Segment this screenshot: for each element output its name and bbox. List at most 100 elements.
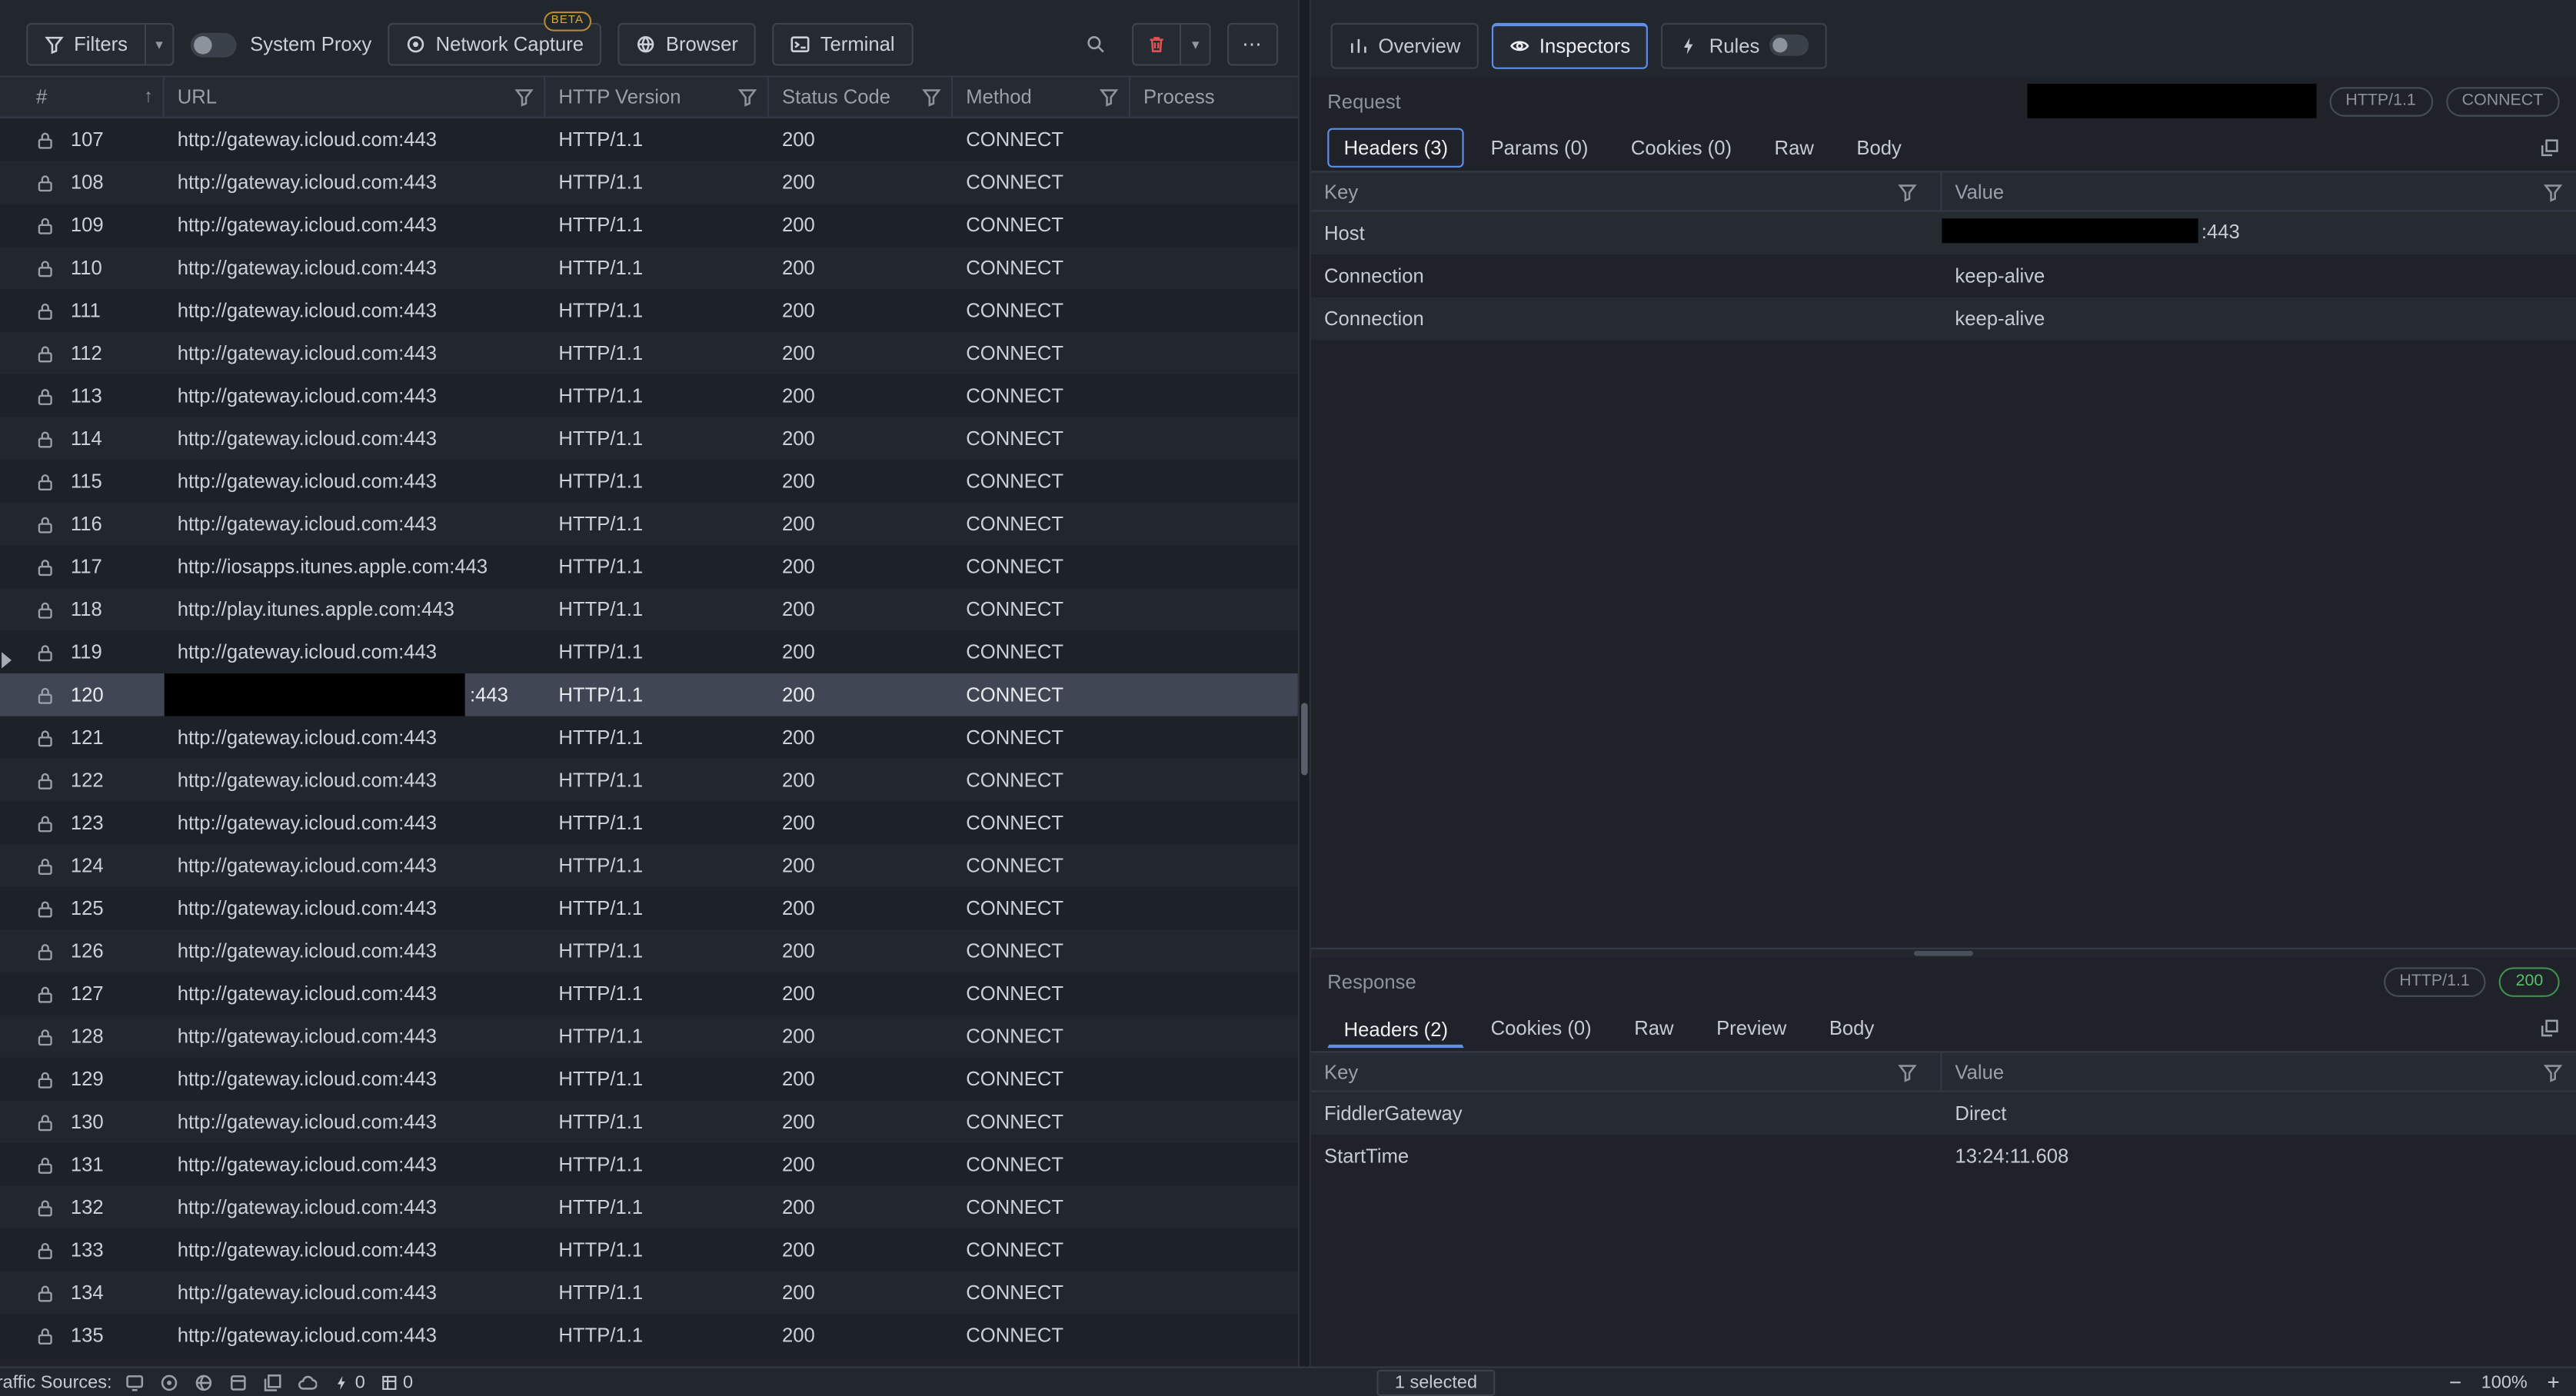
column-header-process[interactable]: Process bbox=[1130, 77, 1298, 116]
request-tab-body[interactable]: Body bbox=[1840, 128, 1918, 168]
filter-icon[interactable] bbox=[1898, 1062, 1918, 1082]
filter-icon[interactable] bbox=[1898, 181, 1918, 201]
zoom-in-button[interactable]: + bbox=[2547, 1371, 2559, 1393]
grid-header-value[interactable]: Value bbox=[1942, 1052, 2576, 1090]
monitor-icon[interactable] bbox=[125, 1372, 145, 1392]
table-row[interactable]: 126http://gateway.icloud.com:443HTTP/1.1… bbox=[0, 929, 1298, 972]
search-button[interactable] bbox=[1077, 25, 1116, 64]
table-row[interactable]: 123http://gateway.icloud.com:443HTTP/1.1… bbox=[0, 802, 1298, 845]
more-options-button[interactable]: ⋯ bbox=[1227, 23, 1278, 66]
package-icon[interactable] bbox=[228, 1372, 248, 1392]
column-header-status-code[interactable]: Status Code bbox=[769, 77, 953, 116]
column-header-method[interactable]: Method bbox=[953, 77, 1130, 116]
table-row[interactable]: 119http://gateway.icloud.com:443HTTP/1.1… bbox=[0, 630, 1298, 673]
response-tab-cookies[interactable]: Cookies (0) bbox=[1474, 1009, 1608, 1048]
row-process bbox=[1130, 716, 1298, 759]
status-bar: raffic Sources: 0 0 1 selected − 100% + bbox=[0, 1367, 2576, 1396]
tab-overview[interactable]: Overview bbox=[1331, 22, 1479, 68]
table-row[interactable]: 128http://gateway.icloud.com:443HTTP/1.1… bbox=[0, 1015, 1298, 1058]
table-row[interactable]: 115http://gateway.icloud.com:443HTTP/1.1… bbox=[0, 460, 1298, 503]
browser-button[interactable]: Browser bbox=[618, 23, 756, 66]
header-row[interactable]: Host:443 bbox=[1311, 212, 2576, 255]
scrollbar-thumb[interactable] bbox=[1301, 703, 1308, 775]
filter-icon[interactable] bbox=[922, 87, 942, 107]
table-row[interactable]: 113http://gateway.icloud.com:443HTTP/1.1… bbox=[0, 374, 1298, 417]
response-tab-body[interactable]: Body bbox=[1812, 1009, 1890, 1048]
table-row[interactable]: 125http://gateway.icloud.com:443HTTP/1.1… bbox=[0, 887, 1298, 930]
table-row[interactable]: 134http://gateway.icloud.com:443HTTP/1.1… bbox=[0, 1271, 1298, 1315]
row-url: http://gateway.icloud.com:443 bbox=[165, 118, 546, 161]
column-header-number[interactable]: # ↑ bbox=[0, 77, 165, 116]
header-row[interactable]: StartTime13:24:11.608 bbox=[1311, 1135, 2576, 1178]
grid-header-value[interactable]: Value bbox=[1942, 172, 2576, 210]
filters-button[interactable]: Filters bbox=[26, 23, 145, 66]
system-proxy-toggle[interactable] bbox=[191, 32, 237, 57]
request-tab-raw[interactable]: Raw bbox=[1758, 128, 1830, 168]
filter-icon[interactable] bbox=[1099, 87, 1119, 107]
table-row[interactable]: 127http://gateway.icloud.com:443HTTP/1.1… bbox=[0, 972, 1298, 1015]
filter-icon[interactable] bbox=[514, 87, 534, 107]
table-row[interactable]: 107http://gateway.icloud.com:443HTTP/1.1… bbox=[0, 118, 1298, 161]
grid-header-key[interactable]: Key bbox=[1311, 1052, 1942, 1090]
filters-dropdown-button[interactable]: ▾ bbox=[145, 23, 174, 66]
zoom-out-button[interactable]: − bbox=[2449, 1371, 2461, 1393]
cloud-icon[interactable] bbox=[298, 1372, 318, 1392]
request-tab-cookies[interactable]: Cookies (0) bbox=[1615, 128, 1749, 168]
tab-rules[interactable]: Rules bbox=[1662, 22, 1827, 68]
table-row[interactable]: 121http://gateway.icloud.com:443HTTP/1.1… bbox=[0, 716, 1298, 759]
table-row[interactable]: 132http://gateway.icloud.com:443HTTP/1.1… bbox=[0, 1186, 1298, 1229]
table-row[interactable]: 108http://gateway.icloud.com:443HTTP/1.1… bbox=[0, 161, 1298, 204]
sort-asc-icon[interactable]: ↑ bbox=[144, 87, 153, 107]
section-splitter[interactable] bbox=[1311, 948, 2576, 958]
globe-icon[interactable] bbox=[194, 1372, 214, 1392]
table-row[interactable]: 110http://gateway.icloud.com:443HTTP/1.1… bbox=[0, 246, 1298, 289]
expand-request-button[interactable] bbox=[2540, 138, 2560, 158]
table-row[interactable]: 130http://gateway.icloud.com:443HTTP/1.1… bbox=[0, 1100, 1298, 1143]
header-row[interactable]: FiddlerGatewayDirect bbox=[1311, 1092, 2576, 1135]
clear-dropdown-button[interactable]: ▾ bbox=[1182, 23, 1210, 66]
row-http-version: HTTP/1.1 bbox=[545, 673, 769, 716]
row-http-version: HTTP/1.1 bbox=[545, 460, 769, 503]
header-row[interactable]: Connectionkeep-alive bbox=[1311, 297, 2576, 341]
copy-icon[interactable] bbox=[263, 1372, 283, 1392]
table-row[interactable]: 109http://gateway.icloud.com:443HTTP/1.1… bbox=[0, 204, 1298, 247]
target-icon[interactable] bbox=[159, 1372, 179, 1392]
chevron-down-icon: ▾ bbox=[1192, 35, 1200, 54]
table-row[interactable]: 120:443HTTP/1.1200CONNECT bbox=[0, 673, 1298, 716]
system-proxy-label: System Proxy bbox=[250, 33, 371, 56]
filter-icon[interactable] bbox=[2543, 1062, 2563, 1082]
table-row[interactable]: 135http://gateway.icloud.com:443HTTP/1.1… bbox=[0, 1314, 1298, 1357]
column-header-url[interactable]: URL bbox=[165, 77, 546, 116]
expand-response-button[interactable] bbox=[2540, 1019, 2560, 1039]
table-row[interactable]: 129http://gateway.icloud.com:443HTTP/1.1… bbox=[0, 1058, 1298, 1101]
clear-traffic-group: ▾ bbox=[1133, 23, 1211, 66]
column-header-http-version[interactable]: HTTP Version bbox=[545, 77, 769, 116]
response-tab-raw[interactable]: Raw bbox=[1618, 1009, 1690, 1048]
header-row[interactable]: Connectionkeep-alive bbox=[1311, 254, 2576, 297]
response-tab-preview[interactable]: Preview bbox=[1700, 1009, 1803, 1048]
rules-toggle[interactable] bbox=[1769, 35, 1809, 56]
table-row[interactable]: 116http://gateway.icloud.com:443HTTP/1.1… bbox=[0, 503, 1298, 546]
table-row[interactable]: 111http://gateway.icloud.com:443HTTP/1.1… bbox=[0, 289, 1298, 332]
response-tab-headers[interactable]: Headers (2) bbox=[1327, 1009, 1464, 1047]
search-icon bbox=[1087, 35, 1107, 55]
zoom-controls: − 100% + bbox=[2449, 1371, 2560, 1393]
terminal-button[interactable]: Terminal bbox=[773, 23, 913, 66]
chart-icon bbox=[1349, 35, 1369, 55]
table-row[interactable]: 112http://gateway.icloud.com:443HTTP/1.1… bbox=[0, 332, 1298, 375]
filter-icon[interactable] bbox=[2543, 181, 2563, 201]
table-row[interactable]: 118http://play.itunes.apple.com:443HTTP/… bbox=[0, 588, 1298, 631]
table-row[interactable]: 133http://gateway.icloud.com:443HTTP/1.1… bbox=[0, 1228, 1298, 1271]
clear-traffic-button[interactable] bbox=[1133, 23, 1182, 66]
table-row[interactable]: 114http://gateway.icloud.com:443HTTP/1.1… bbox=[0, 417, 1298, 460]
filter-icon[interactable] bbox=[737, 87, 757, 107]
table-row[interactable]: 131http://gateway.icloud.com:443HTTP/1.1… bbox=[0, 1143, 1298, 1186]
tab-inspectors[interactable]: Inspectors bbox=[1492, 22, 1649, 68]
request-tab-headers[interactable]: Headers (3) bbox=[1327, 128, 1464, 168]
row-process bbox=[1130, 503, 1298, 546]
table-row[interactable]: 117http://iosapps.itunes.apple.com:443HT… bbox=[0, 545, 1298, 588]
table-row[interactable]: 122http://gateway.icloud.com:443HTTP/1.1… bbox=[0, 759, 1298, 802]
grid-header-key[interactable]: Key bbox=[1311, 172, 1942, 210]
request-tab-params[interactable]: Params (0) bbox=[1474, 128, 1605, 168]
table-row[interactable]: 124http://gateway.icloud.com:443HTTP/1.1… bbox=[0, 844, 1298, 887]
